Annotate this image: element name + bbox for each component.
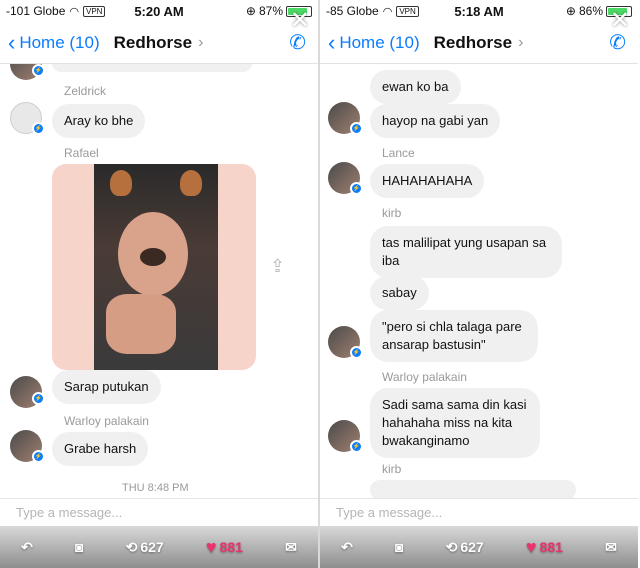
status-bar: -85 Globe ◠ VPN 5:18 AM ⊕ 86% (320, 0, 638, 22)
message-bubble[interactable]: tas malilipat yung usapan sa iba (370, 226, 562, 278)
chevron-right-icon: › (518, 33, 524, 51)
close-icon[interactable]: ✕ (290, 6, 310, 35)
message-bubble-cut (370, 480, 576, 498)
status-time: 5:20 AM (134, 3, 184, 19)
back-chevron-icon: ‹ (328, 29, 336, 55)
sender-name: Warloy palakain (382, 370, 467, 384)
battery-percent: 87% (258, 4, 283, 18)
messenger-badge-icon: ⚡ (32, 122, 45, 135)
like-count: 881 (539, 539, 563, 555)
wifi-icon: ◠ (382, 5, 393, 18)
retweet-icon: ⟲ (125, 538, 138, 555)
conversation-title[interactable]: Redhorse (114, 33, 192, 53)
nav-bar: ‹ Home (10) Redhorse › ✆ (320, 22, 638, 64)
message-bubble[interactable]: Sarap putukan (52, 370, 161, 404)
vpn-badge: VPN (82, 5, 106, 17)
sender-name: kirb (382, 462, 402, 476)
message-thread: ewan ko ba ⚡ hayop na gabi yan Lance ⚡ H… (320, 64, 638, 498)
heart-icon: ♥ (525, 536, 537, 557)
message-input[interactable]: Type a message... (320, 498, 638, 526)
bottom-toolbar: ↶ ◙ ⟲ 627 ♥ 881 ✉ (320, 526, 638, 568)
reply-icon[interactable]: ↶ (341, 539, 353, 556)
message-bubble[interactable]: hayop na gabi yan (370, 104, 501, 138)
share-icon[interactable]: ⇪ (270, 256, 285, 277)
message-bubble[interactable]: Aray ko bhe (52, 104, 146, 138)
like-count: 881 (219, 539, 243, 555)
back-label: Home (10) (19, 32, 100, 52)
retweet-button[interactable]: ⟲ 627 (126, 539, 164, 556)
messenger-badge-icon: ⚡ (32, 450, 45, 463)
retweet-count: 627 (140, 539, 164, 555)
retweet-count: 627 (460, 539, 484, 555)
back-button[interactable]: ‹ Home (10) (8, 29, 100, 55)
message-bubble[interactable]: "pero si chla talaga pare ansarap bastus… (370, 310, 538, 362)
like-button[interactable]: ♥ 881 (526, 537, 563, 558)
back-button[interactable]: ‹ Home (10) (328, 29, 420, 55)
bottom-toolbar: ↶ ◙ ⟲ 627 ♥ 881 ✉ (0, 526, 318, 568)
messenger-badge-icon: ⚡ (350, 440, 363, 453)
sender-name: Warloy palakain (64, 414, 149, 428)
retweet-icon: ⟲ (445, 538, 458, 555)
back-chevron-icon: ‹ (8, 29, 16, 55)
photo-message[interactable] (52, 164, 256, 370)
message-bubble[interactable]: ewan ko ba (370, 70, 461, 104)
message-bubble[interactable]: Sadi sama sama din kasi hahahaha miss na… (370, 388, 540, 458)
status-bar: -101 Globe ◠ VPN 5:20 AM ⊕ 87% (0, 0, 318, 22)
carrier-label: -101 Globe (6, 4, 66, 18)
close-icon[interactable]: ✕ (610, 6, 630, 35)
message-bubble-cut (52, 64, 252, 72)
status-time: 5:18 AM (454, 3, 504, 19)
message-input[interactable]: Type a message... (0, 498, 318, 526)
rotation-lock-icon: ⊕ (245, 4, 256, 18)
camera-icon[interactable]: ◙ (75, 539, 83, 555)
retweet-button[interactable]: ⟲ 627 (446, 539, 484, 556)
like-button[interactable]: ♥ 881 (206, 537, 243, 558)
messenger-badge-icon: ⚡ (350, 122, 363, 135)
time-separator: THU 8:48 PM (122, 482, 189, 494)
camera-icon[interactable]: ◙ (395, 539, 403, 555)
messenger-badge-icon: ⚡ (350, 346, 363, 359)
rotation-lock-icon: ⊕ (565, 4, 576, 18)
mail-icon[interactable]: ✉ (285, 539, 297, 556)
messenger-badge-icon: ⚡ (32, 64, 45, 77)
mail-icon[interactable]: ✉ (605, 539, 617, 556)
left-screenshot: -101 Globe ◠ VPN 5:20 AM ⊕ 87% ‹ Home (10) R… (0, 0, 318, 568)
reply-icon[interactable]: ↶ (21, 539, 33, 556)
sender-name: kirb (382, 206, 402, 220)
message-bubble[interactable]: sabay (370, 276, 429, 310)
heart-icon: ♥ (205, 536, 217, 557)
battery-percent: 86% (578, 4, 603, 18)
wifi-icon: ◠ (69, 5, 79, 18)
message-bubble[interactable]: Grabe harsh (52, 432, 149, 466)
message-bubble[interactable]: HAHAHAHAHA (370, 164, 485, 198)
sender-name: Lance (382, 146, 415, 160)
back-label: Home (10) (339, 32, 420, 52)
sender-name: Zeldrick (64, 84, 107, 98)
right-screenshot: -85 Globe ◠ VPN 5:18 AM ⊕ 86% ‹ Home (10) Re… (320, 0, 638, 568)
carrier-label: -85 Globe (326, 4, 379, 18)
vpn-badge: VPN (396, 5, 419, 17)
messenger-badge-icon: ⚡ (32, 392, 45, 405)
conversation-title[interactable]: Redhorse (434, 33, 512, 53)
nav-bar: ‹ Home (10) Redhorse › ✆ (0, 22, 318, 64)
message-thread: ⚡ Zeldrick ⚡ Aray ko bhe Rafael ⇪ ⚡ Sara… (0, 64, 318, 498)
sender-name: Rafael (64, 146, 99, 160)
chevron-right-icon: › (198, 33, 204, 51)
messenger-badge-icon: ⚡ (350, 182, 363, 195)
